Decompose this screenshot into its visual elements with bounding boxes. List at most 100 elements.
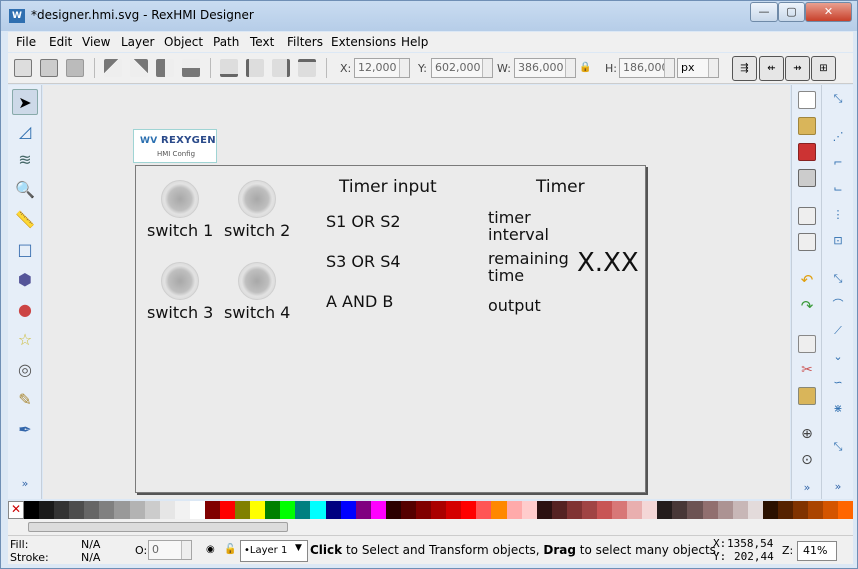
snap-smooth-icon[interactable]: ∽ [830,375,846,391]
palette-swatch[interactable] [159,501,175,519]
h-input[interactable]: 186,000 [619,58,675,78]
color-palette[interactable]: ✕ [8,501,854,519]
palette-swatch[interactable] [355,501,371,519]
switch-3-knob[interactable] [161,262,199,300]
snap-toggle-2-icon[interactable]: ⇷ [759,56,784,81]
flip-vertical-icon[interactable] [182,59,200,77]
palette-swatch[interactable] [250,501,266,519]
palette-swatch[interactable] [521,501,537,519]
snap-toggle-4-icon[interactable]: ⊞ [811,56,836,81]
pencil-tool-icon[interactable]: ✎ [12,387,38,413]
stroke-value[interactable]: N/A [81,551,100,564]
w-input[interactable]: 386,000 [514,58,576,78]
palette-swatch[interactable] [99,501,115,519]
maximize-button[interactable]: ▢ [778,2,805,22]
layer-lock-icon[interactable]: 🔓 [224,544,236,555]
select-all-layers-icon[interactable] [40,59,58,77]
unit-select[interactable]: px [677,58,719,78]
palette-swatch[interactable] [189,501,205,519]
zoom-tool-icon[interactable]: 🔍 [12,177,38,203]
new-document-icon[interactable] [798,91,816,109]
snap-bbox-corner-icon[interactable]: ⌙ [830,181,846,197]
snap-cusp-icon[interactable]: ⌄ [830,349,846,365]
menu-text[interactable]: Text [250,35,274,49]
menu-extensions[interactable]: Extensions [331,35,396,49]
export-icon[interactable] [798,233,816,251]
palette-swatch[interactable] [612,501,628,519]
snap-bbox-midpoint-icon[interactable]: ⋮ [830,207,846,223]
palette-swatch[interactable] [566,501,582,519]
raise-to-top-icon[interactable] [298,59,316,77]
more-tools-icon[interactable]: » [12,471,38,497]
horizontal-scrollbar[interactable] [8,519,853,535]
3d-box-tool-icon[interactable]: ⬢ [12,267,38,293]
opacity-input[interactable]: 0 [148,540,192,560]
menu-view[interactable]: View [82,35,110,49]
layer-dropdown-icon[interactable]: ▼ [295,543,302,553]
snap-enable-icon[interactable]: ⤡ [830,91,846,107]
palette-swatch[interactable] [129,501,145,519]
palette-swatch[interactable] [114,501,130,519]
palette-swatch[interactable] [687,501,703,519]
palette-swatch[interactable] [581,501,597,519]
palette-swatch[interactable] [431,501,447,519]
palette-swatch[interactable] [204,501,221,519]
save-icon[interactable] [798,143,816,161]
undo-icon[interactable]: ↶ [798,271,816,289]
ellipse-tool-icon[interactable]: ● [12,297,38,323]
snap-toggle-3-icon[interactable]: ⇸ [785,56,810,81]
zoom-input[interactable]: 41% [797,541,837,561]
layer-visibility-icon[interactable]: ◉ [206,544,215,555]
palette-swatch[interactable] [235,501,251,519]
menu-filters[interactable]: Filters [287,35,323,49]
palette-swatch[interactable] [280,501,296,519]
palette-swatch[interactable] [340,501,356,519]
snap-path-icon[interactable]: ⌒ [830,297,846,313]
fill-value[interactable]: N/A [81,538,100,551]
title-bar[interactable]: W *designer.hmi.svg - RexHMI Designer — … [1,1,857,31]
palette-swatch[interactable] [385,501,401,519]
rotate-cw-icon[interactable] [130,59,148,77]
cut-icon[interactable]: ✂ [798,361,816,379]
snap-center-icon[interactable]: ⤡ [830,439,846,455]
raise-icon[interactable] [272,59,290,77]
tweak-tool-icon[interactable]: ≋ [12,147,38,173]
y-input[interactable]: 602,000 [431,58,493,78]
zoom-drawing-icon[interactable]: ⊙ [798,451,816,469]
palette-swatch[interactable] [265,501,281,519]
palette-swatch[interactable] [69,501,85,519]
palette-swatch[interactable] [476,501,492,519]
palette-swatch[interactable] [325,501,341,519]
palette-swatch[interactable] [838,501,854,519]
lower-to-bottom-icon[interactable] [220,59,238,77]
redo-icon[interactable]: ↷ [798,297,816,315]
no-paint-swatch[interactable]: ✕ [8,501,24,519]
palette-swatch[interactable] [747,501,763,519]
drawing-canvas[interactable]: WV REXYGEN HMI Config switch 1 switch 2 … [43,85,790,499]
paste-icon[interactable] [798,387,816,405]
palette-swatch[interactable] [702,501,718,519]
palette-swatch[interactable] [642,501,658,519]
palette-swatch[interactable] [310,501,326,519]
snap-toggle-1-icon[interactable]: ⇶ [732,56,757,81]
lower-icon[interactable] [246,59,264,77]
import-icon[interactable] [798,207,816,225]
spiral-tool-icon[interactable]: ◎ [12,357,38,383]
switch-2-knob[interactable] [238,180,276,218]
selector-tool-icon[interactable]: ➤ [12,89,38,115]
menu-object[interactable]: Object [164,35,203,49]
snap-bbox-edge-icon[interactable]: ⌐ [830,155,846,171]
palette-swatch[interactable] [416,501,432,519]
palette-swatch[interactable] [174,501,190,519]
node-tool-icon[interactable]: ◿ [12,119,38,145]
snap-intersection-icon[interactable]: ⟋ [830,323,846,339]
pen-tool-icon[interactable]: ✒ [12,417,38,443]
palette-swatch[interactable] [400,501,417,519]
palette-swatch[interactable] [627,501,643,519]
snap-bbox-center-icon[interactable]: ⊡ [830,233,846,249]
palette-swatch[interactable] [461,501,477,519]
palette-swatch[interactable] [762,501,778,519]
more-snap-icon[interactable]: » [830,479,846,495]
palette-swatch[interactable] [551,501,567,519]
palette-swatch[interactable] [823,501,839,519]
